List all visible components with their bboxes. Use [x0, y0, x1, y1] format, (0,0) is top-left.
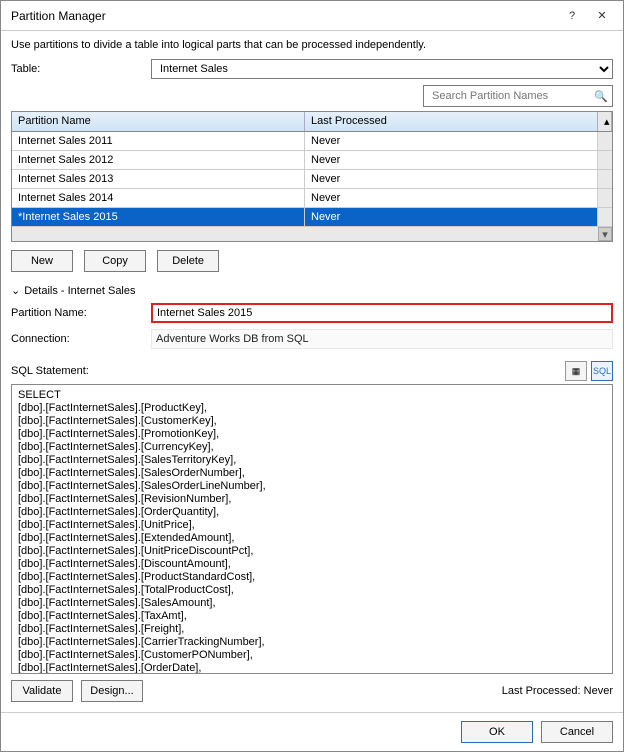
- cell-partition-name: Internet Sales 2014: [12, 189, 305, 207]
- grid-view-toggle[interactable]: ▦: [565, 361, 587, 381]
- search-input[interactable]: [428, 86, 594, 106]
- connection-label: Connection:: [11, 333, 151, 345]
- cell-partition-name: Internet Sales 2012: [12, 151, 305, 169]
- table-row[interactable]: Internet Sales 2011Never: [12, 132, 612, 151]
- last-processed-status: Last Processed: Never: [502, 685, 613, 697]
- window-title: Partition Manager: [11, 9, 557, 23]
- chevron-down-icon[interactable]: ⌄: [11, 284, 20, 297]
- cell-last-processed: Never: [305, 132, 598, 150]
- connection-value: Adventure Works DB from SQL: [151, 329, 613, 349]
- cell-partition-name: Internet Sales 2013: [12, 170, 305, 188]
- cell-last-processed: Never: [305, 151, 598, 169]
- sql-body-text: SELECT [dbo].[FactInternetSales].[Produc…: [18, 389, 266, 674]
- table-row[interactable]: Internet Sales 2014Never: [12, 189, 612, 208]
- cell-partition-name: Internet Sales 2011: [12, 132, 305, 150]
- column-header-processed[interactable]: Last Processed: [305, 112, 598, 131]
- table-row[interactable]: Internet Sales 2013Never: [12, 170, 612, 189]
- search-icon[interactable]: 🔍: [594, 90, 608, 103]
- cancel-button[interactable]: Cancel: [541, 721, 613, 743]
- cell-last-processed: Never: [305, 170, 598, 188]
- table-row[interactable]: Internet Sales 2012Never: [12, 151, 612, 170]
- details-header: Details - Internet Sales: [24, 285, 135, 297]
- ok-button[interactable]: OK: [461, 721, 533, 743]
- partition-name-label: Partition Name:: [11, 307, 151, 319]
- grid-scrollbar-track[interactable]: ▾: [12, 227, 612, 241]
- validate-button[interactable]: Validate: [11, 680, 73, 702]
- column-header-name[interactable]: Partition Name: [12, 112, 305, 131]
- cell-partition-name: *Internet Sales 2015: [12, 208, 305, 226]
- cell-last-processed: Never: [305, 208, 598, 226]
- partition-manager-dialog: Partition Manager ? ✕ Use partitions to …: [0, 0, 624, 752]
- scrollbar-gutter: [598, 170, 612, 188]
- scrollbar-gutter: [598, 132, 612, 150]
- close-button[interactable]: ✕: [587, 5, 617, 27]
- design-button[interactable]: Design...: [81, 680, 143, 702]
- scroll-up-icon[interactable]: ▴: [598, 112, 612, 131]
- table-label: Table:: [11, 63, 151, 75]
- sql-statement-label: SQL Statement:: [11, 365, 561, 377]
- copy-button[interactable]: Copy: [84, 250, 146, 272]
- partition-grid: Partition Name Last Processed ▴ Internet…: [11, 111, 613, 242]
- help-button[interactable]: ?: [557, 5, 587, 27]
- table-select[interactable]: Internet Sales: [151, 59, 613, 79]
- sql-statement-textarea[interactable]: SELECT [dbo].[FactInternetSales].[Produc…: [11, 384, 613, 674]
- scroll-down-icon[interactable]: ▾: [598, 227, 612, 241]
- partition-name-input[interactable]: [151, 303, 613, 323]
- scrollbar-gutter: [598, 151, 612, 169]
- new-button[interactable]: New: [11, 250, 73, 272]
- cell-last-processed: Never: [305, 189, 598, 207]
- sql-view-toggle[interactable]: SQL: [591, 361, 613, 381]
- dialog-description: Use partitions to divide a table into lo…: [11, 39, 613, 51]
- search-box[interactable]: 🔍: [423, 85, 613, 107]
- titlebar: Partition Manager ? ✕: [1, 1, 623, 31]
- scrollbar-gutter: [598, 189, 612, 207]
- delete-button[interactable]: Delete: [157, 250, 219, 272]
- scrollbar-gutter: [598, 208, 612, 226]
- table-row[interactable]: *Internet Sales 2015Never: [12, 208, 612, 227]
